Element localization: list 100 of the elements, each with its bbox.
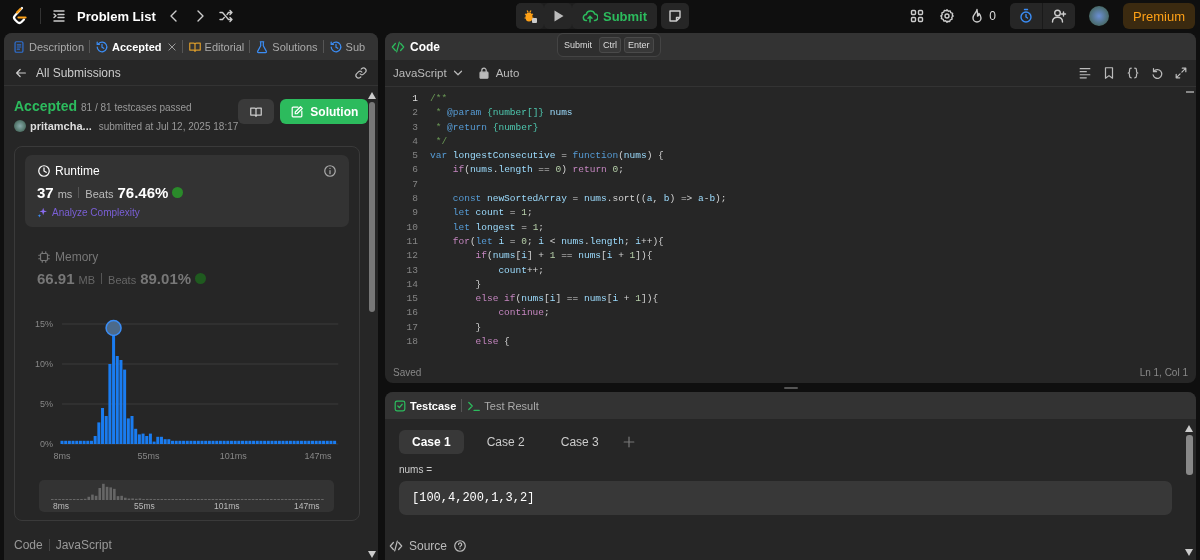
panel-tab[interactable]: Editorial <box>185 39 247 54</box>
settings-icon[interactable] <box>939 8 956 24</box>
axis-label: 8ms <box>53 451 71 461</box>
grid-icon[interactable] <box>909 8 926 24</box>
metric-value: 66.91 <box>37 270 75 287</box>
line-number: 11 <box>405 234 418 249</box>
metric-title: Runtime <box>55 164 100 178</box>
case-tab[interactable]: Case 2 <box>473 430 538 454</box>
problem-list-link[interactable]: Problem List <box>77 8 156 24</box>
note-button[interactable] <box>661 3 690 29</box>
scroll-down-icon[interactable] <box>368 551 376 558</box>
code-line: let count = 1; <box>451 206 534 221</box>
beats-label: Beats <box>85 188 114 200</box>
line-number: 6 <box>411 163 418 178</box>
code-line: let longest = 1; <box>451 220 546 235</box>
username[interactable]: pritamcha... <box>30 120 92 132</box>
avatar-icon[interactable] <box>1089 6 1109 26</box>
scrollbar[interactable] <box>1186 91 1194 93</box>
line-number: 10 <box>405 220 418 235</box>
case-tab[interactable]: Case 1 <box>399 430 464 454</box>
flask-icon <box>255 39 270 54</box>
scroll-up-icon[interactable] <box>1185 425 1193 432</box>
hand-icon <box>195 273 207 284</box>
logo[interactable] <box>10 6 30 26</box>
axis-label: 5% <box>40 399 53 409</box>
shuffle-icon[interactable] <box>217 8 234 24</box>
code-line: continue; <box>497 306 551 321</box>
submit-button[interactable]: Submit <box>571 3 658 29</box>
case-tab[interactable]: Case 3 <box>547 430 612 454</box>
line-number: 3 <box>411 120 418 135</box>
line-number: 16 <box>405 306 418 321</box>
chip-icon <box>37 250 51 264</box>
line-number: 7 <box>411 177 418 192</box>
overview-panel[interactable] <box>39 480 334 512</box>
metric-value: 37 <box>37 184 54 201</box>
cursor-position: Ln 1, Col 1 <box>1139 366 1188 378</box>
beats-label: Beats <box>108 274 137 286</box>
line-number: 9 <box>411 206 418 221</box>
info-icon[interactable] <box>323 164 337 178</box>
scroll-up-icon[interactable] <box>368 92 376 99</box>
language-dropdown[interactable]: JavaScript <box>393 66 465 80</box>
axis-label: 55ms <box>134 501 155 511</box>
premium-button[interactable]: Premium <box>1123 3 1195 29</box>
panel-tab[interactable]: Test Result <box>465 398 541 413</box>
link-icon[interactable] <box>354 65 368 80</box>
metric-unit: MB <box>78 274 96 286</box>
code-line: for(let i = 0; i < nums.length; i++){ <box>451 234 665 249</box>
code-line: const newSortedArray = nums.sort((a, b) => a-b); <box>451 192 728 207</box>
mode-label[interactable]: Auto <box>495 67 520 79</box>
code-line: /** <box>430 92 449 106</box>
undo-icon[interactable] <box>1150 66 1164 80</box>
line-number: 8 <box>411 192 418 207</box>
scroll-down-icon[interactable] <box>1185 549 1193 556</box>
code-line: * @return {number} <box>434 120 540 135</box>
panel-tab[interactable]: Solutions <box>253 39 320 54</box>
edit-icon <box>290 104 305 119</box>
resize-handle[interactable] <box>783 386 798 389</box>
input-field[interactable]: [100,4,200,1,3,2] <box>399 481 1172 515</box>
line-number: 2 <box>411 106 418 121</box>
braces-icon[interactable] <box>1126 66 1140 80</box>
debug-button[interactable] <box>515 3 544 29</box>
bookmark-icon[interactable] <box>1102 66 1116 80</box>
align-left-icon[interactable] <box>1078 66 1092 80</box>
line-number: 12 <box>405 249 418 264</box>
close-icon[interactable] <box>166 41 177 52</box>
line-number: 5 <box>411 149 418 164</box>
metric-panel[interactable]: Runtime 37 ms Beats 76.46% Analyze Complexity <box>25 155 349 227</box>
line-number: 14 <box>405 277 418 292</box>
panel-tab[interactable]: Testcase <box>391 398 459 413</box>
code-line: var longestConsecutive = function(nums) { <box>430 149 665 164</box>
scrollbar[interactable] <box>1185 435 1193 475</box>
code-line: } <box>474 277 483 292</box>
submitted-time: submitted at Jul 12, 2025 18:17 <box>98 120 239 132</box>
footer-tab[interactable]: Code <box>14 538 43 552</box>
source-link[interactable]: Source <box>409 539 448 553</box>
panel-tab[interactable]: Sub <box>326 39 368 54</box>
help-icon[interactable] <box>453 539 468 553</box>
footer-language: JavaScript <box>55 538 112 552</box>
cloud-upload-icon <box>581 8 598 24</box>
checkbox-icon <box>393 398 407 413</box>
beats-value: 76.46% <box>117 184 169 201</box>
code-icon <box>391 39 405 54</box>
list-icon[interactable] <box>51 8 67 24</box>
expand-icon[interactable] <box>1174 66 1188 80</box>
axis-label: 8ms <box>53 501 70 511</box>
scrollbar[interactable] <box>369 102 375 312</box>
line-number: 17 <box>405 320 418 335</box>
axis-label: 15% <box>35 319 53 329</box>
editorial-button[interactable] <box>238 99 275 124</box>
back-link[interactable]: All Submissions <box>14 65 121 80</box>
hand-icon <box>172 187 184 198</box>
axis-label: 147ms <box>304 451 332 461</box>
document-icon <box>12 39 26 54</box>
line-number: 4 <box>411 134 418 149</box>
panel-tab[interactable]: Accepted <box>93 39 179 54</box>
code-line: if(nums[i] + 1 == nums[i + 1]){ <box>474 249 654 264</box>
code-line: } <box>474 320 483 335</box>
beats-value: 89.01% <box>140 270 192 287</box>
panel-tab[interactable]: Description <box>10 39 87 54</box>
code-line: * @param {number[]} nums <box>434 106 574 121</box>
